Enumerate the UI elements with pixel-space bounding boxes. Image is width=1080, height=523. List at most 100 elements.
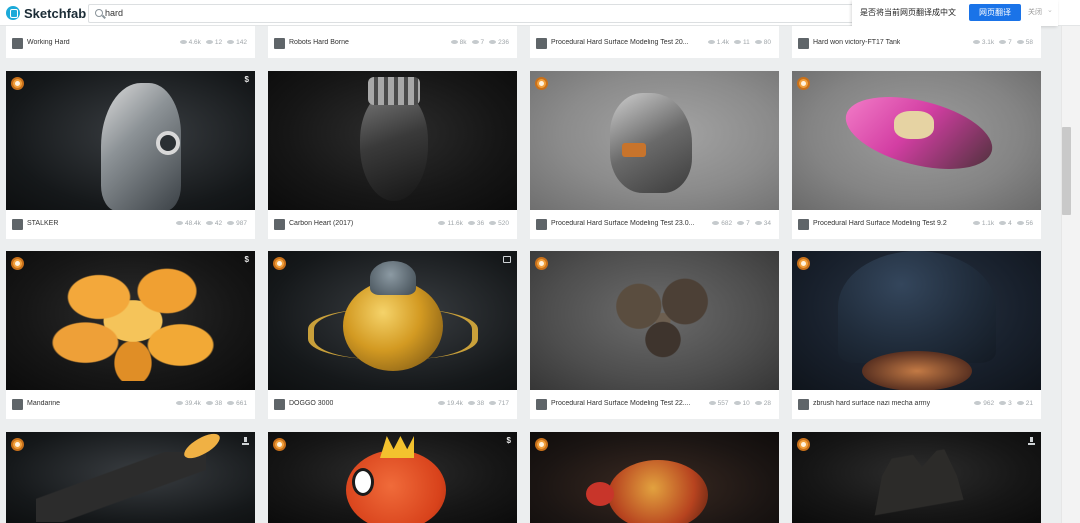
scrollbar-track[interactable]: [1061, 26, 1080, 523]
comment-count: 38: [476, 400, 485, 407]
logo-text: Sketchfab: [24, 5, 87, 21]
eye-icon: [450, 40, 458, 45]
like-count: 661: [236, 400, 247, 407]
author-avatar[interactable]: [536, 399, 547, 410]
model-card[interactable]: Working Hard 4.6k 12 142: [6, 26, 255, 58]
like-count: 717: [498, 400, 509, 407]
scrollbar-thumb[interactable]: [1062, 127, 1071, 215]
staff-pick-icon: [11, 257, 24, 270]
translate-button[interactable]: 网页翻译: [969, 4, 1021, 21]
model-stats: 962 3 21: [969, 400, 1033, 407]
model-card[interactable]: [530, 432, 779, 523]
author-avatar[interactable]: [274, 399, 285, 410]
search-query[interactable]: hard: [105, 8, 123, 18]
translate-options-chevron-icon[interactable]: ⌄: [1047, 6, 1053, 14]
model-preview-shape: [622, 143, 646, 157]
model-thumbnail[interactable]: $: [6, 251, 255, 390]
store-price-badge: $: [244, 75, 249, 84]
author-avatar[interactable]: [798, 38, 809, 49]
model-title[interactable]: Robots Hard Borne: [289, 39, 349, 46]
model-card[interactable]: [6, 432, 255, 523]
translate-close-button[interactable]: 关闭: [1028, 7, 1042, 17]
model-title[interactable]: DOGGO 3000: [289, 400, 333, 407]
view-count: 1.4k: [716, 39, 730, 46]
model-title[interactable]: Procedural Hard Surface Modeling Test 23…: [551, 220, 694, 227]
model-card[interactable]: Procedural Hard Surface Modeling Test 22…: [530, 251, 779, 419]
model-card[interactable]: Procedural Hard Surface Modeling Test 20…: [530, 26, 779, 58]
model-thumbnail[interactable]: [530, 71, 779, 210]
model-thumbnail[interactable]: [792, 71, 1041, 210]
author-avatar[interactable]: [536, 219, 547, 230]
author-avatar[interactable]: [536, 38, 547, 49]
model-card[interactable]: Carbon Heart (2017) 11.6k 36 520: [268, 71, 517, 239]
model-title[interactable]: Procedural Hard Surface Modeling Test 22…: [551, 400, 691, 407]
model-card[interactable]: zbrush hard surface nazi mecha army 962 3…: [792, 251, 1041, 419]
download-icon: [242, 437, 249, 445]
model-preview-shape: [380, 436, 414, 458]
model-card[interactable]: Hard won victory-FT17 Tank 3.1k 7 58: [792, 26, 1041, 58]
author-avatar[interactable]: [12, 399, 23, 410]
model-thumbnail[interactable]: $: [6, 71, 255, 210]
model-preview-shape: [608, 460, 708, 523]
author-avatar[interactable]: [12, 219, 23, 230]
store-price-badge: $: [506, 436, 511, 445]
view-count: 8k: [459, 39, 467, 46]
comment-count: 42: [214, 220, 223, 227]
view-count: 1.1k: [981, 220, 995, 227]
model-title[interactable]: Procedural Hard Surface Modeling Test 20…: [551, 39, 689, 46]
model-title[interactable]: STALKER: [27, 220, 58, 227]
heart-icon: [1016, 401, 1024, 406]
heart-icon: [227, 40, 235, 45]
model-title[interactable]: Procedural Hard Surface Modeling Test 9.…: [813, 220, 947, 227]
model-card[interactable]: $: [268, 432, 517, 523]
model-card[interactable]: Procedural Hard Surface Modeling Test 23…: [530, 71, 779, 239]
model-title[interactable]: Carbon Heart (2017): [289, 220, 353, 227]
like-count: 987: [236, 220, 247, 227]
like-count: 236: [498, 39, 509, 46]
model-thumbnail[interactable]: $: [268, 432, 517, 523]
model-preview-shape: [156, 131, 180, 155]
author-avatar[interactable]: [12, 38, 23, 49]
model-card[interactable]: $ STALKER 48.4k 42 987: [6, 71, 255, 239]
model-title[interactable]: Hard won victory-FT17 Tank: [813, 39, 900, 46]
author-avatar[interactable]: [274, 38, 285, 49]
model-preview-shape: [370, 261, 416, 295]
model-preview-shape: [48, 261, 218, 381]
author-avatar[interactable]: [798, 399, 809, 410]
model-title[interactable]: Mandarine: [27, 400, 60, 407]
card-info-bar: Robots Hard Borne 8k 7 236: [268, 29, 517, 58]
model-stats: 3.1k 7 58: [968, 39, 1033, 46]
heart-icon: [227, 221, 235, 226]
model-title[interactable]: zbrush hard surface nazi mecha army: [813, 400, 930, 407]
model-thumbnail[interactable]: [268, 251, 517, 390]
sketchfab-logo[interactable]: Sketchfab: [6, 5, 86, 21]
heart-icon: [1016, 40, 1024, 45]
model-preview-shape: [608, 273, 718, 368]
comment-count: 7: [746, 220, 750, 227]
model-thumbnail[interactable]: [530, 251, 779, 390]
author-avatar[interactable]: [798, 219, 809, 230]
model-preview-shape: [586, 482, 614, 506]
model-title[interactable]: Working Hard: [27, 39, 70, 46]
author-avatar[interactable]: [274, 219, 285, 230]
staff-pick-icon: [535, 257, 548, 270]
model-thumbnail[interactable]: [792, 251, 1041, 390]
comment-icon: [205, 221, 213, 226]
comment-count: 12: [214, 39, 223, 46]
model-preview-shape: [862, 351, 972, 390]
staff-pick-icon: [535, 77, 548, 90]
card-info-bar: Procedural Hard Surface Modeling Test 20…: [530, 29, 779, 58]
model-card[interactable]: [792, 432, 1041, 523]
model-card[interactable]: Robots Hard Borne 8k 7 236: [268, 26, 517, 58]
model-card[interactable]: $ Mandarine 39.4k 38 661: [6, 251, 255, 419]
model-card[interactable]: Procedural Hard Surface Modeling Test 9.…: [792, 71, 1041, 239]
model-thumbnail[interactable]: [530, 432, 779, 523]
like-count: 58: [1025, 39, 1033, 46]
model-thumbnail[interactable]: [792, 432, 1041, 523]
vr-icon: [503, 256, 511, 263]
model-card[interactable]: DOGGO 3000 19.4k 38 717: [268, 251, 517, 419]
model-stats: 39.4k 38 661: [171, 400, 247, 407]
model-thumbnail[interactable]: [6, 432, 255, 523]
model-thumbnail[interactable]: [268, 71, 517, 210]
model-stats: 48.4k 42 987: [171, 220, 247, 227]
